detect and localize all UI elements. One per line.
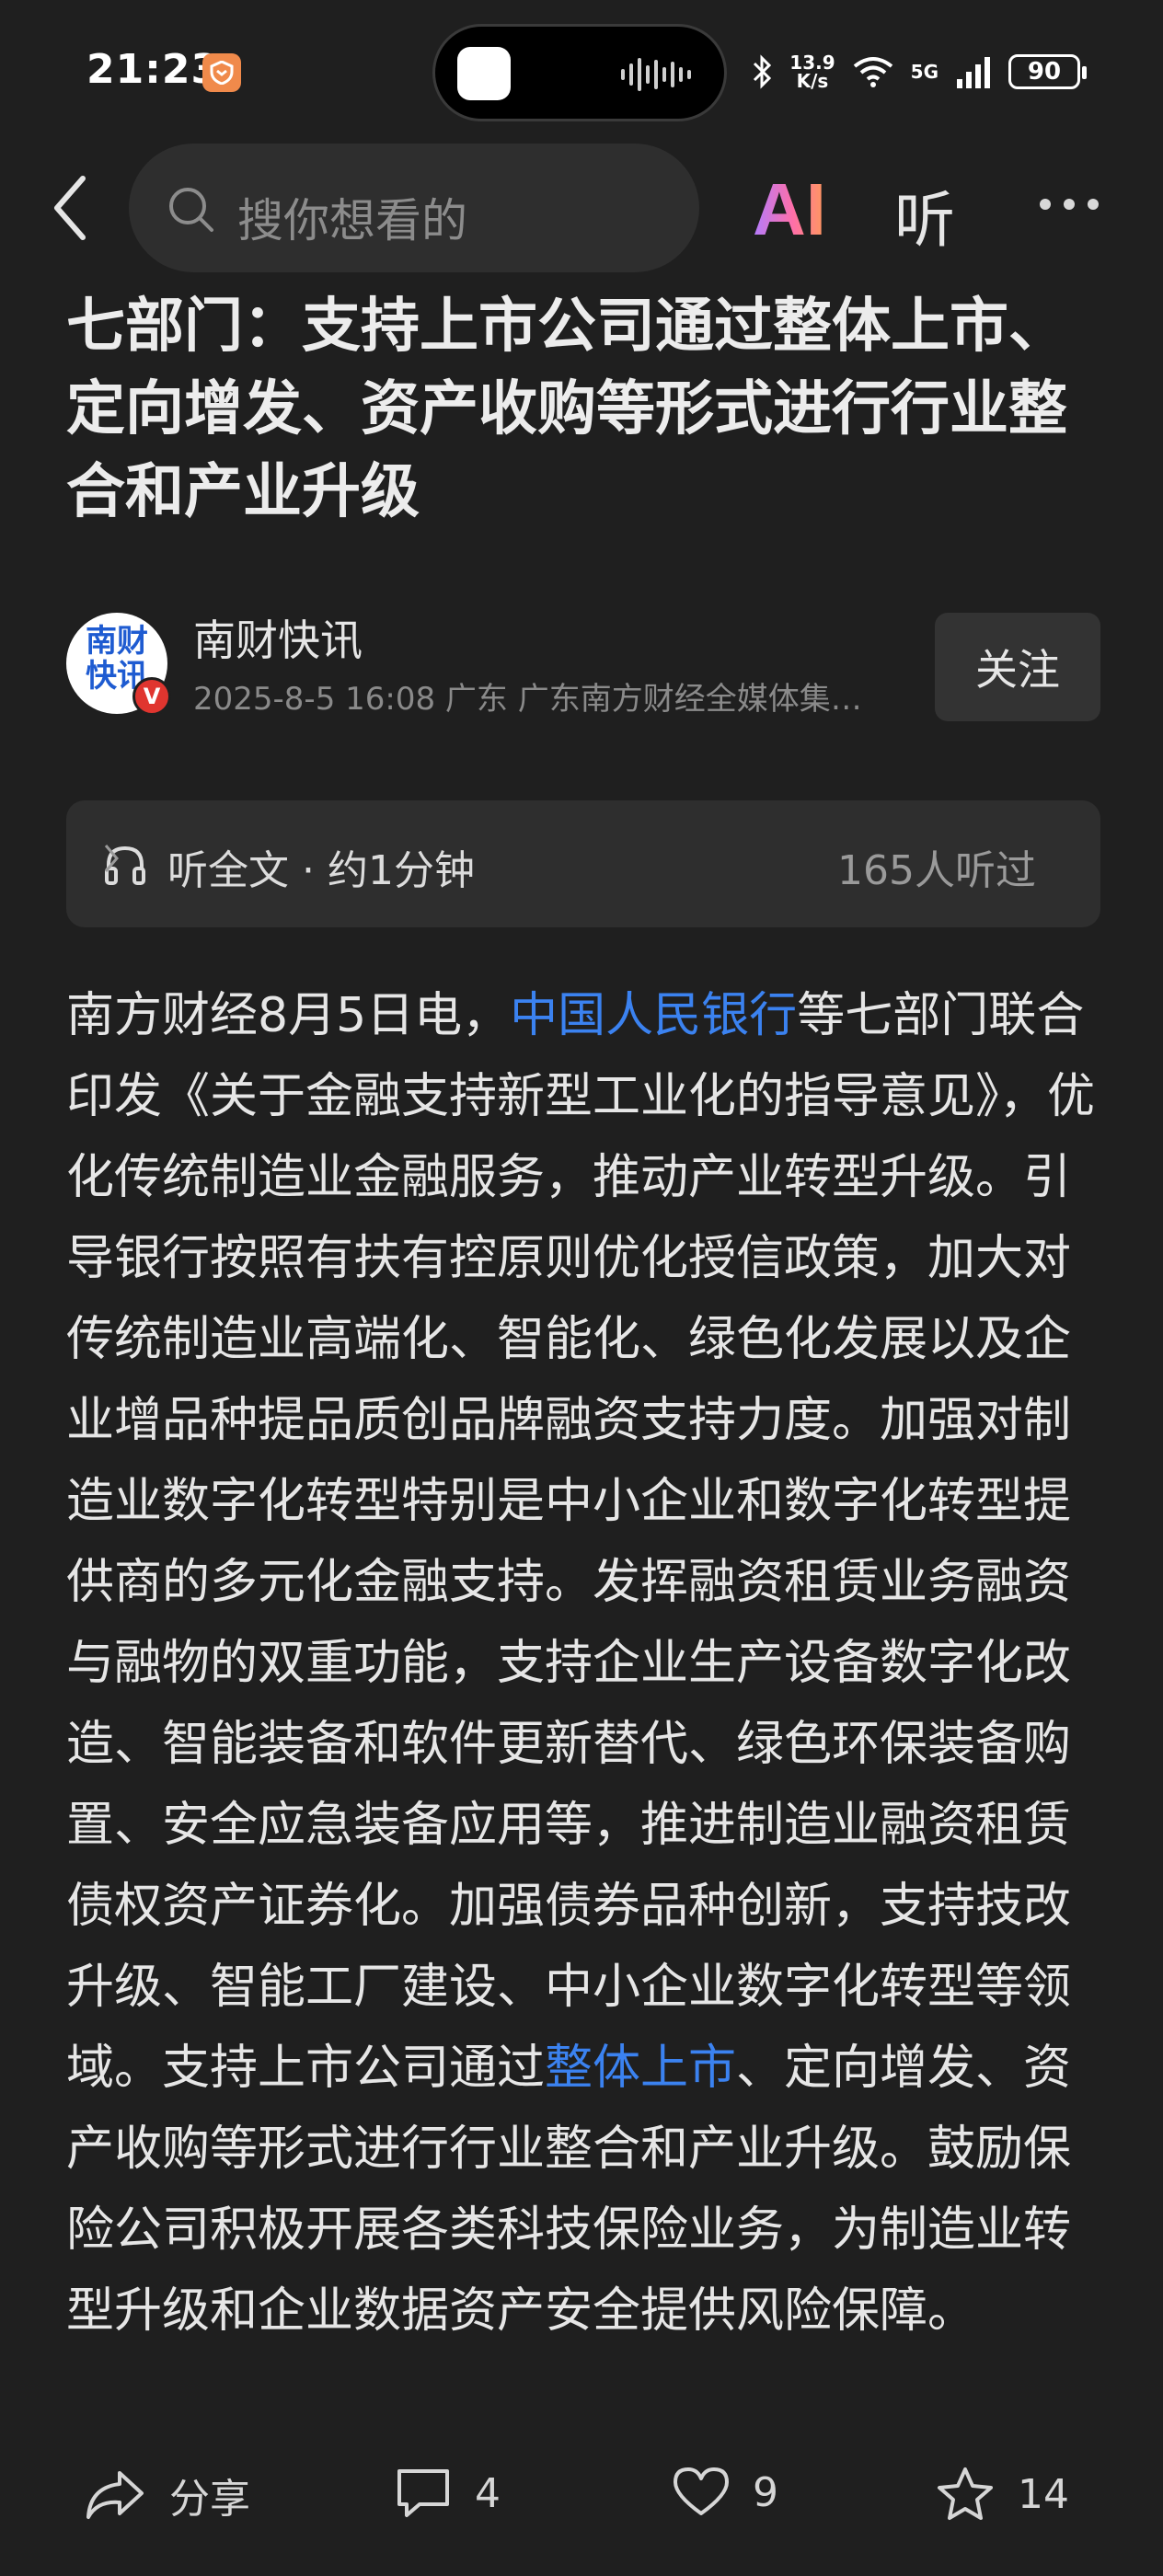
- favorite-button[interactable]: 14: [935, 2466, 1069, 2523]
- verified-badge-icon: V: [132, 677, 171, 716]
- audio-wave-icon: [621, 58, 691, 91]
- article-body: 南方财经8月5日电，中国人民银行等七部门联合印发《关于金融支持新型工业化的指导意…: [66, 988, 1096, 2339]
- status-time: 21:23: [86, 46, 221, 93]
- signal-icon: [957, 57, 990, 88]
- more-options-icon[interactable]: [1040, 199, 1099, 210]
- listen-duration-label: 听全文 · 约1分钟: [167, 847, 475, 894]
- listen-button[interactable]: 听: [894, 171, 955, 259]
- listen-count: 165人听过: [837, 847, 1036, 894]
- search-placeholder: 搜你想看的: [237, 194, 467, 247]
- share-button[interactable]: 分享: [83, 2466, 250, 2524]
- author-avatar[interactable]: 南财快讯 V: [66, 613, 171, 716]
- net-speed: 13.9 K/s: [789, 52, 835, 92]
- battery-indicator: 90: [1008, 54, 1087, 89]
- comment-count: 4: [475, 2469, 501, 2517]
- comment-icon: [397, 2469, 449, 2517]
- top-nav: 搜你想看的 AI 听: [0, 138, 1163, 276]
- comment-button[interactable]: 4: [394, 2466, 501, 2521]
- like-count: 9: [753, 2468, 778, 2516]
- chevron-right-icon: [104, 845, 119, 872]
- network-type: 5G: [910, 61, 938, 83]
- author-name[interactable]: 南财快讯: [193, 607, 363, 668]
- bottom-action-bar: 分享 4 9 14: [0, 2447, 1163, 2548]
- ai-button[interactable]: AI: [753, 167, 826, 252]
- search-input[interactable]: 搜你想看的: [129, 144, 699, 272]
- star-icon: [938, 2467, 993, 2520]
- now-playing-app-icon: [457, 47, 511, 100]
- link-overall-listing[interactable]: 整体上市: [545, 2041, 736, 2096]
- like-button[interactable]: 9: [672, 2466, 778, 2519]
- share-icon: [86, 2471, 144, 2519]
- notification-app-icon: [202, 53, 241, 92]
- wifi-icon: [853, 57, 892, 87]
- dynamic-island[interactable]: [432, 24, 727, 121]
- heart-icon: [674, 2467, 729, 2515]
- search-icon: [169, 188, 213, 232]
- share-label: 分享: [169, 2476, 250, 2523]
- favorite-count: 14: [1018, 2470, 1069, 2518]
- link-pboc[interactable]: 中国人民银行: [510, 988, 797, 1043]
- bluetooth-icon: [754, 54, 772, 89]
- listen-full-text-bar[interactable]: 听全文 · 约1分钟 165人听过: [66, 800, 1100, 927]
- follow-button[interactable]: 关注: [935, 613, 1100, 721]
- article-title: 七部门：支持上市公司通过整体上市、定向增发、资产收购等形式进行行业整合和产业升级: [66, 293, 1067, 526]
- status-bar: 21:23 13.9 K/s 5G 90: [0, 0, 1163, 147]
- back-arrow-icon[interactable]: [52, 175, 88, 241]
- article-meta: 2025-8-5 16:08 广东 广东南方财经全媒体集…: [193, 681, 862, 718]
